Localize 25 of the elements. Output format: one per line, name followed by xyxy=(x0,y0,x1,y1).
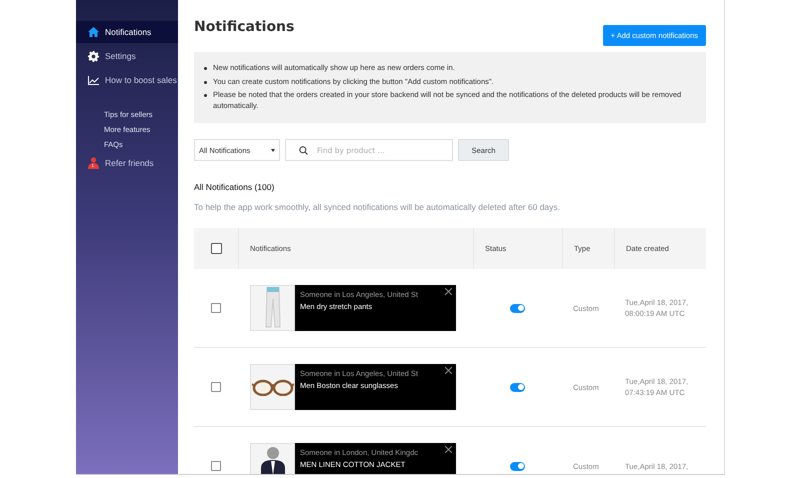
status-toggle[interactable] xyxy=(510,462,525,470)
row-checkbox[interactable] xyxy=(211,382,221,392)
gear-icon xyxy=(88,50,99,62)
search-icon xyxy=(299,146,308,154)
status-toggle[interactable] xyxy=(510,304,525,312)
retention-note: To help the app work smoothly, all synced notifications will be automatically deleted after 60 days. xyxy=(194,202,562,212)
sidebar-item[interactable]: Settings xyxy=(76,45,178,67)
status-toggle[interactable] xyxy=(510,382,525,392)
row-checkbox[interactable] xyxy=(211,461,221,471)
line-chart-icon xyxy=(88,76,99,84)
sidebar-item[interactable]: Notifications xyxy=(76,21,178,43)
list-heading: All Notifications (100) xyxy=(194,182,276,192)
sidebar-item[interactable]: How to boost sales xyxy=(76,69,178,91)
row-checkbox[interactable] xyxy=(211,303,221,313)
home-icon xyxy=(88,27,99,37)
page-title: Notifications xyxy=(194,19,294,35)
person-icon xyxy=(88,157,99,169)
select-all-checkbox[interactable] xyxy=(210,243,222,254)
close-icon[interactable] xyxy=(445,446,452,453)
bullet-icon xyxy=(204,67,207,70)
bullet-icon xyxy=(204,80,207,84)
caret-icon xyxy=(271,148,275,152)
close-icon[interactable] xyxy=(445,288,452,295)
close-icon[interactable] xyxy=(445,367,452,374)
bullet-icon xyxy=(204,94,207,97)
